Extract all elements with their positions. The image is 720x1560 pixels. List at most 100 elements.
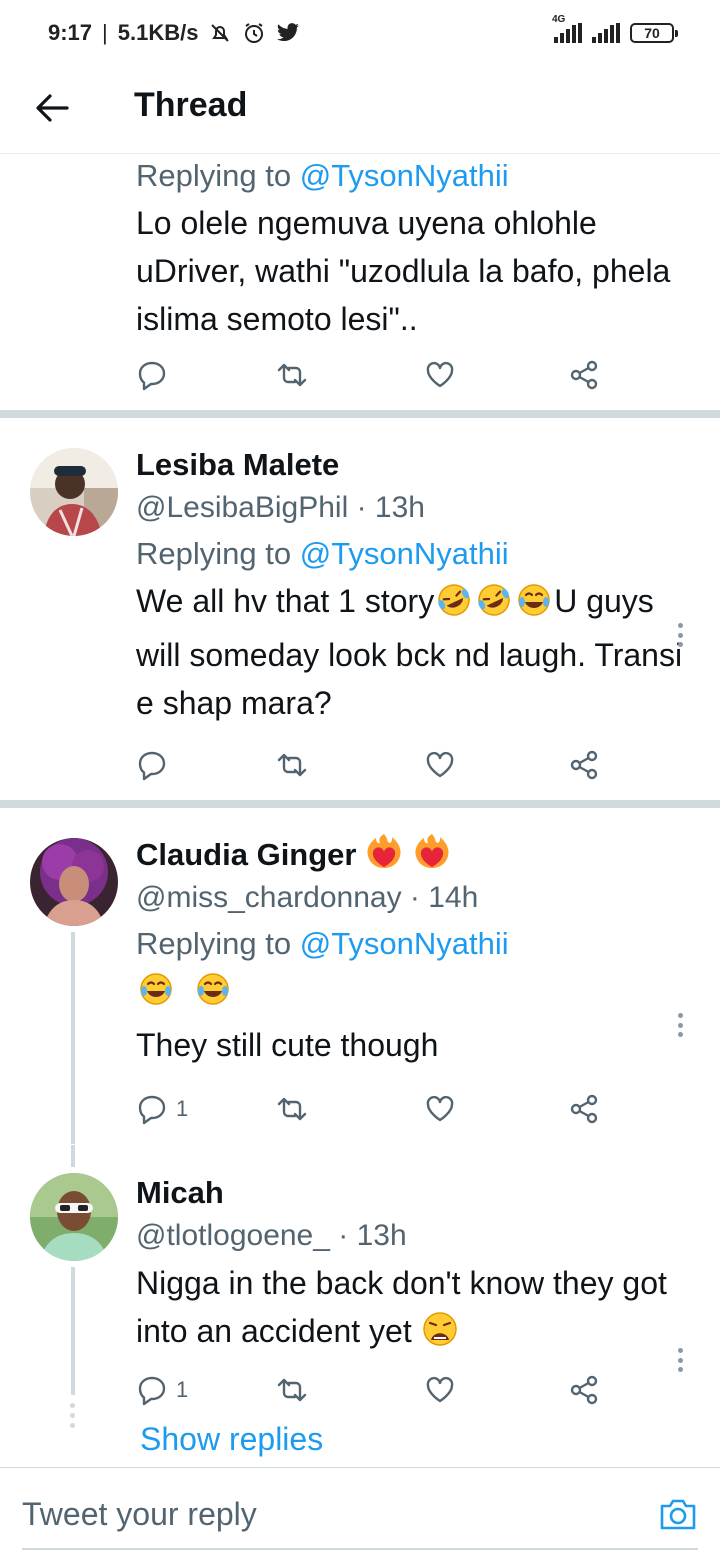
- like-button[interactable]: [424, 1089, 456, 1129]
- like-button[interactable]: [424, 745, 456, 785]
- author-handle[interactable]: @miss_chardonnay: [136, 881, 402, 914]
- retweet-button[interactable]: [276, 355, 308, 395]
- joy-emoji-icon: [136, 970, 176, 1021]
- tweet-actions: [136, 745, 606, 785]
- thread-connector: [71, 1267, 75, 1395]
- weary-face-emoji-icon: [421, 1310, 459, 1361]
- mute-alarm-icon: [208, 21, 232, 45]
- reply-icon: [138, 1376, 166, 1406]
- mention-link[interactable]: @TysonNyathii: [300, 536, 509, 571]
- battery-icon: 70: [630, 23, 678, 43]
- status-right: 4G 70: [552, 14, 678, 50]
- twitter-bird-icon: [276, 22, 300, 44]
- reply-button[interactable]: [136, 355, 176, 395]
- reply-input[interactable]: Tweet your reply: [22, 1496, 257, 1533]
- thread-separator: [0, 800, 720, 808]
- tweet[interactable]: Replying to @TysonNyathii Lo olele ngemu…: [0, 155, 720, 410]
- status-bar: 9:17 | 5.1KB/s 4G 70: [0, 0, 720, 64]
- status-left: 9:17 | 5.1KB/s: [48, 16, 300, 50]
- retweet-icon: [277, 1378, 307, 1402]
- avatar[interactable]: [30, 838, 118, 926]
- tweet-actions: 1: [136, 1370, 606, 1410]
- camera-button[interactable]: [658, 1494, 698, 1534]
- replying-to: Replying to @TysonNyathii: [136, 921, 690, 967]
- reply-count: 1: [176, 1096, 189, 1121]
- author-handle[interactable]: @tlotlogoene_: [136, 1219, 330, 1252]
- share-button[interactable]: [568, 1370, 600, 1410]
- tweet-text-block: Nigga in the back don't know they got in…: [136, 1259, 690, 1361]
- like-button[interactable]: [424, 1370, 456, 1410]
- author-handle-row: @tlotlogoene_ · 13h: [136, 1213, 690, 1259]
- author-name[interactable]: Claudia Ginger: [136, 837, 356, 873]
- author-name-row: Claudia Ginger: [136, 832, 690, 878]
- reply-button[interactable]: 1: [136, 1370, 188, 1410]
- tweet-actions: 1: [136, 1089, 606, 1129]
- reply-composer: Tweet your reply: [0, 1467, 720, 1560]
- more-options-button[interactable]: [670, 1345, 690, 1375]
- composer-underline: [22, 1548, 698, 1550]
- rofl-emoji-icon: [434, 582, 474, 631]
- author-name[interactable]: Micah: [136, 1175, 224, 1211]
- author-handle[interactable]: @LesibaBigPhil: [136, 491, 348, 524]
- alarm-icon: [242, 21, 266, 45]
- joy-emoji-icon: [193, 970, 233, 1021]
- replying-to: Replying to @TysonNyathii: [136, 155, 690, 199]
- tweet[interactable]: Micah @tlotlogoene_ · 13h Nigga in the b…: [0, 1145, 720, 1467]
- tweet-text: They still cute though: [136, 1027, 439, 1063]
- share-button[interactable]: [568, 1089, 600, 1129]
- tweet-text: We all hv that 1 story U guys will someda…: [136, 577, 690, 727]
- like-button[interactable]: [424, 355, 456, 395]
- tweet-time: · 14h: [409, 881, 479, 914]
- retweet-button[interactable]: [276, 1370, 308, 1410]
- reply-button[interactable]: 1: [136, 1089, 188, 1129]
- heart-on-fire-emoji-icon: [364, 832, 404, 878]
- share-button[interactable]: [568, 745, 600, 785]
- reply-icon: [138, 361, 166, 391]
- avatar[interactable]: [30, 448, 118, 536]
- page-title: Thread: [134, 86, 248, 124]
- like-icon: [426, 751, 454, 778]
- retweet-icon: [277, 363, 307, 387]
- signal-4g-icon: 4G: [552, 14, 582, 43]
- network-type: 4G: [552, 14, 566, 25]
- tweet-body: Replying to @TysonNyathii Lo olele ngemu…: [136, 155, 690, 343]
- author-name-row: Micah: [136, 1173, 690, 1213]
- app-header: Thread: [0, 64, 720, 154]
- like-icon: [426, 1095, 454, 1122]
- tweet-time: · 13h: [338, 1219, 407, 1252]
- rofl-emoji-icon: [474, 582, 514, 631]
- share-icon: [570, 750, 598, 780]
- retweet-icon: [277, 1097, 307, 1121]
- reply-button[interactable]: [136, 745, 176, 785]
- camera-icon: [660, 1499, 696, 1530]
- retweet-button[interactable]: [276, 745, 308, 785]
- share-icon: [570, 360, 598, 390]
- tweet-body: Lesiba Malete @LesibaBigPhil · 13h Reply…: [136, 445, 690, 727]
- thread-connector: [71, 932, 75, 1144]
- heart-on-fire-emoji-icon: [412, 832, 452, 878]
- show-replies-link[interactable]: Show replies: [140, 1421, 323, 1458]
- replying-to: Replying to @TysonNyathii: [136, 531, 690, 577]
- author-handle-row: @LesibaBigPhil · 13h: [136, 485, 690, 531]
- share-button[interactable]: [568, 355, 600, 395]
- more-options-button[interactable]: [670, 1010, 690, 1040]
- signal-icon: [592, 23, 620, 43]
- tweet-actions: [136, 355, 606, 395]
- retweet-button[interactable]: [276, 1089, 308, 1129]
- author-name[interactable]: Lesiba Malete: [136, 447, 339, 483]
- reply-count: 1: [176, 1377, 189, 1402]
- tweet-emoji-line: [136, 967, 690, 1021]
- tweet[interactable]: Lesiba Malete @LesibaBigPhil · 13h Reply…: [0, 418, 720, 800]
- more-options-button[interactable]: [670, 620, 690, 650]
- avatar[interactable]: [30, 1173, 118, 1261]
- back-button[interactable]: [28, 84, 76, 132]
- joy-emoji-icon: [514, 582, 554, 631]
- retweet-icon: [277, 753, 307, 777]
- mention-link[interactable]: @TysonNyathii: [300, 926, 509, 961]
- share-icon: [570, 1094, 598, 1124]
- mention-link[interactable]: @TysonNyathii: [300, 158, 509, 193]
- author-name-row: Lesiba Malete: [136, 445, 690, 485]
- replying-prefix: Replying to: [136, 158, 300, 193]
- thread-content[interactable]: Replying to @TysonNyathii Lo olele ngemu…: [0, 155, 720, 1467]
- status-speed: 5.1KB/s: [117, 20, 199, 45]
